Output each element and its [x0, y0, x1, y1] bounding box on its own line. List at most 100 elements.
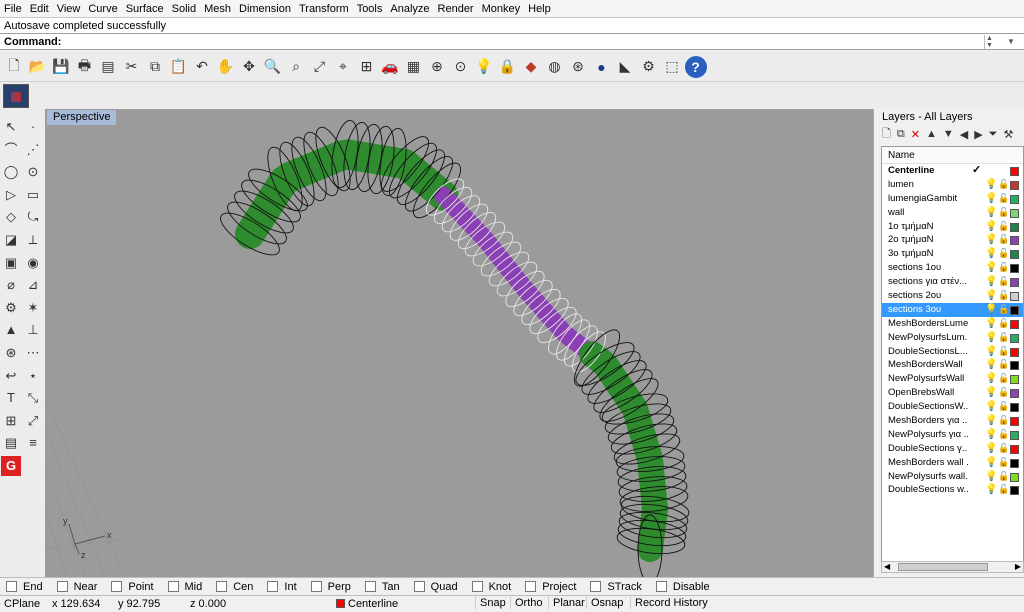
layer-name[interactable]: DoubleSections γ...: [888, 442, 968, 456]
command-dropdown-icon[interactable]: ▼: [1004, 35, 1018, 49]
sphere-render-icon[interactable]: ●: [591, 56, 613, 78]
layer-color-swatch[interactable]: [1010, 222, 1019, 232]
layer-lock-icon[interactable]: 🔓: [998, 428, 1009, 442]
layer-visibility-icon[interactable]: 💡: [985, 192, 997, 206]
menu-surface[interactable]: Surface: [126, 3, 170, 15]
new-icon[interactable]: 🗋: [3, 56, 25, 78]
layer-row[interactable]: sections 3ου 💡 🔓: [882, 302, 1023, 317]
menu-monkey[interactable]: Monkey: [482, 3, 527, 15]
layer-visibility-icon[interactable]: 💡: [985, 358, 997, 372]
paste-icon[interactable]: 📋: [168, 56, 190, 78]
layers-scrollbar[interactable]: ◀ ▶: [881, 561, 1024, 573]
layer-row[interactable]: MeshBordersLumen 💡 🔓: [882, 317, 1023, 331]
extrude-icon[interactable]: ⟂: [23, 230, 43, 250]
layer-visibility-icon[interactable]: 💡: [985, 372, 997, 386]
array-icon[interactable]: ⋯: [23, 343, 43, 363]
layer-name[interactable]: sections 2ου: [888, 289, 968, 303]
layer-visibility-icon[interactable]: 💡: [985, 414, 997, 428]
layers-name-header[interactable]: Name: [882, 147, 1023, 164]
osnap-strack[interactable]: STrack: [590, 581, 642, 593]
layer-visibility-icon[interactable]: 💡: [985, 428, 997, 442]
cplane-icon[interactable]: ⊕: [426, 56, 448, 78]
osnap-checkbox[interactable]: [167, 581, 179, 592]
ellipse-icon[interactable]: ⊙: [23, 162, 43, 182]
cut-icon[interactable]: ✂: [121, 56, 143, 78]
material-icon[interactable]: ◣: [614, 56, 636, 78]
osnap-disable[interactable]: Disable: [655, 581, 710, 593]
osnap-checkbox[interactable]: [590, 581, 602, 592]
surface-icon[interactable]: ◪: [1, 230, 21, 250]
layer-lock-icon[interactable]: 🔓: [998, 247, 1009, 261]
layer-name[interactable]: NewPolysurfs για ...: [888, 428, 968, 442]
select-icon[interactable]: ↖: [1, 117, 21, 137]
zoom-icon[interactable]: 🔍: [262, 56, 284, 78]
gear-icon[interactable]: ⚙: [1, 298, 21, 318]
layers-list[interactable]: Name Centerline ✓ lumen 💡 🔓 lumengiaGambit 💡 🔓 w…: [881, 146, 1024, 568]
layer-lock-icon[interactable]: 🔓: [998, 470, 1009, 484]
osnap-checkbox[interactable]: [471, 581, 483, 592]
sphere-icon[interactable]: ◉: [23, 253, 43, 273]
layer-row[interactable]: OpenBrebsWall 💡 🔓: [882, 386, 1023, 400]
layer-name[interactable]: 3ο τμήμαΝ: [888, 247, 968, 261]
osnap-checkbox[interactable]: [310, 581, 322, 592]
layer-lock-icon[interactable]: 🔓: [998, 358, 1009, 372]
layer-color-swatch[interactable]: [1010, 208, 1019, 218]
move-right-icon[interactable]: ▶: [974, 128, 982, 141]
layer-visibility-icon[interactable]: 💡: [985, 275, 997, 289]
osnap-project[interactable]: Project: [525, 581, 576, 593]
layer-visibility-icon[interactable]: 💡: [985, 247, 997, 261]
layer-row[interactable]: DoubleSections γ... 💡 🔓: [882, 442, 1023, 456]
layer-color-swatch[interactable]: [1010, 292, 1019, 302]
polyline-icon[interactable]: ⌒: [1, 140, 21, 160]
layer-color-swatch[interactable]: [1010, 403, 1019, 413]
color-wheel-icon[interactable]: ◍: [544, 56, 566, 78]
layer-visibility-icon[interactable]: 💡: [985, 345, 997, 359]
layer-color-swatch[interactable]: [1010, 319, 1019, 329]
layer-name[interactable]: MeshBorders wall ...: [888, 456, 968, 470]
layer-name[interactable]: DoubleSections w...: [888, 483, 968, 497]
four-viewports-icon[interactable]: ⊞: [356, 56, 378, 78]
layer-visibility-icon[interactable]: 💡: [985, 331, 997, 345]
layer-name[interactable]: NewPolysurfsLum...: [888, 331, 968, 345]
layer-lock-icon[interactable]: 🔓: [998, 317, 1009, 331]
dim-icon[interactable]: ▤: [1, 433, 21, 453]
layer-color-swatch[interactable]: [1010, 278, 1019, 288]
layer-visibility-icon[interactable]: 💡: [985, 317, 997, 331]
layer-color-swatch[interactable]: [1010, 236, 1019, 246]
layer-name[interactable]: Centerline: [888, 164, 968, 178]
layer-color-swatch[interactable]: [1010, 375, 1019, 385]
layer-visibility-icon[interactable]: 💡: [985, 442, 997, 456]
rotate-view-icon[interactable]: ✥: [238, 56, 260, 78]
object-snap-icon[interactable]: ⊙: [450, 56, 472, 78]
layer-visibility-icon[interactable]: 💡: [985, 470, 997, 484]
layer-color-swatch[interactable]: [1010, 417, 1019, 427]
new-sublayer-icon[interactable]: ⧉: [897, 128, 905, 141]
planar-toggle[interactable]: Planar: [548, 597, 589, 609]
menu-render[interactable]: Render: [438, 3, 480, 15]
layer-color-swatch[interactable]: [1010, 167, 1019, 176]
layer-color-swatch[interactable]: [1010, 180, 1019, 190]
layer-color-swatch[interactable]: [1010, 389, 1019, 399]
save-icon[interactable]: 💾: [50, 56, 72, 78]
cylinder-icon[interactable]: ⌀: [1, 275, 21, 295]
move-down-icon[interactable]: ▼: [943, 128, 954, 140]
mesh-icon[interactable]: ▲: [1, 320, 21, 340]
move-left-icon[interactable]: ◀: [960, 128, 968, 141]
layer-name[interactable]: OpenBrebsWall: [888, 386, 968, 400]
model-canvas[interactable]: [45, 109, 873, 577]
layer-name[interactable]: MeshBordersWall: [888, 358, 968, 372]
light-icon[interactable]: 💡: [473, 56, 495, 78]
osnap-checkbox[interactable]: [56, 581, 68, 592]
selection-filter-icon[interactable]: ⬚: [661, 56, 683, 78]
rectangle-icon[interactable]: ▭: [23, 185, 43, 205]
layer-row[interactable]: sections 2ου 💡 🔓: [882, 289, 1023, 303]
layer-lock-icon[interactable]: 🔓: [998, 275, 1009, 289]
command-spinner[interactable]: ▲ ▼: [984, 35, 994, 49]
layer-lock-icon[interactable]: 🔓: [998, 192, 1009, 206]
copy-icon[interactable]: ⧉: [144, 56, 166, 78]
boolean-icon[interactable]: ⊛: [1, 343, 21, 363]
scroll-left-icon[interactable]: ◀: [884, 562, 890, 572]
layer-visibility-icon[interactable]: 💡: [985, 178, 997, 192]
layer-color-swatch[interactable]: [1010, 305, 1019, 315]
layer-color-swatch[interactable]: [1010, 361, 1019, 371]
